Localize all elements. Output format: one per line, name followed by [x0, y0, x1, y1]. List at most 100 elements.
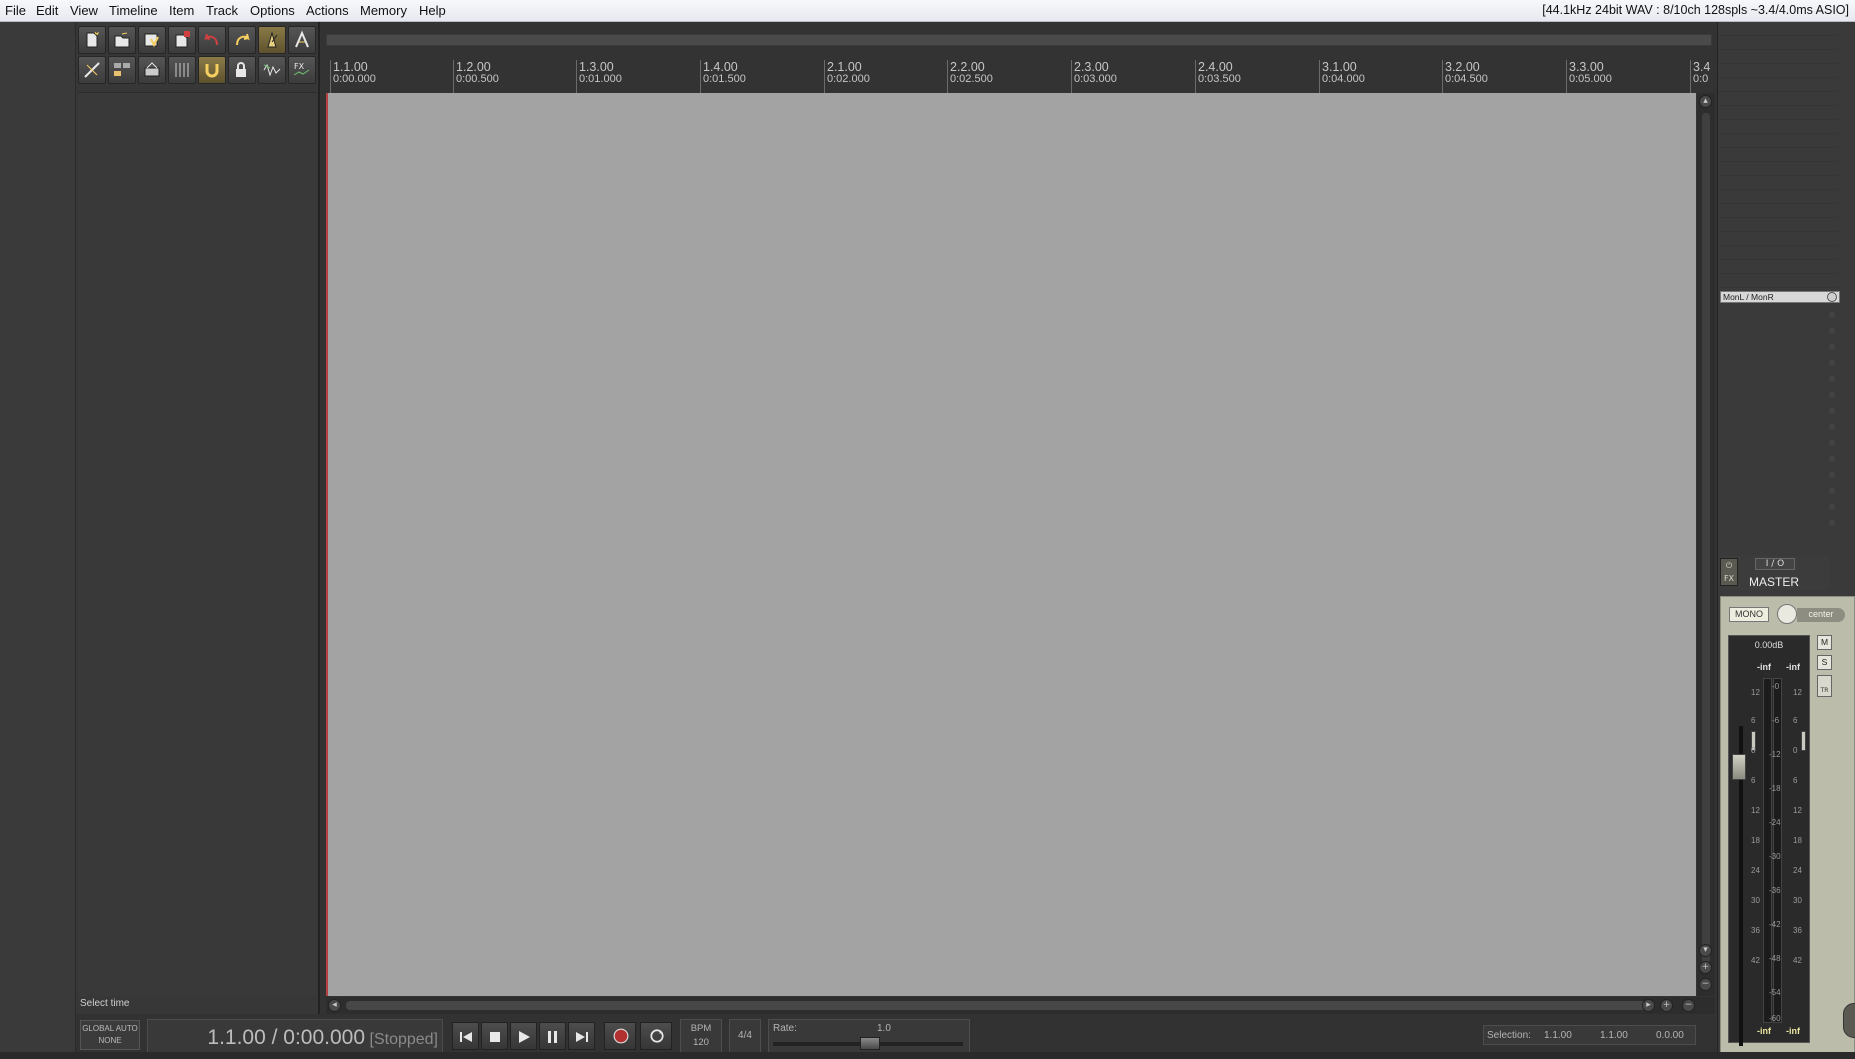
volume-fader-thumb[interactable]	[1732, 754, 1746, 780]
scroll-right-icon[interactable]: ▸	[1642, 999, 1655, 1012]
metronome-icon[interactable]	[258, 26, 286, 54]
tempo-display[interactable]: BPM 120	[680, 1019, 722, 1053]
fx-slot-dot[interactable]	[1829, 424, 1835, 430]
mixer-track-area[interactable]	[1718, 22, 1838, 292]
menu-track[interactable]: Track	[206, 3, 238, 18]
horizontal-scroll-track[interactable]	[346, 1001, 1646, 1010]
horizontal-scrollbar[interactable]: ◂ ▸ + −	[326, 997, 1715, 1014]
scale-label: -24	[1769, 818, 1781, 827]
selection-label: Selection:	[1487, 1030, 1531, 1041]
lock-icon[interactable]	[228, 56, 256, 84]
menu-memory[interactable]: Memory	[360, 3, 407, 18]
mixer-fx-tab-icon[interactable]	[1843, 1003, 1855, 1038]
menu-item[interactable]: Item	[169, 3, 194, 18]
fx-slot-dot[interactable]	[1829, 488, 1835, 494]
mono-button[interactable]: MONO	[1729, 607, 1769, 622]
global-automation-button[interactable]: GLOBAL AUTO NONE	[80, 1020, 140, 1050]
play-button[interactable]	[510, 1022, 537, 1050]
region-lane[interactable]	[326, 34, 1712, 46]
playrate-control[interactable]: Rate: 1.0	[768, 1019, 970, 1053]
scale-label: 12	[1751, 806, 1760, 815]
menu-actions[interactable]: Actions	[306, 3, 349, 18]
menu-help[interactable]: Help	[419, 3, 446, 18]
scroll-up-icon[interactable]: ▴	[1699, 95, 1712, 108]
zoom-out-horizontal-icon[interactable]: −	[1682, 999, 1695, 1012]
fx-slot-dot[interactable]	[1829, 520, 1835, 526]
fx-slot-dot[interactable]	[1829, 472, 1835, 478]
automation-mode-button[interactable]: TR	[1817, 675, 1832, 697]
go-to-end-button[interactable]	[568, 1022, 595, 1050]
go-to-start-button[interactable]	[452, 1022, 479, 1050]
io-button[interactable]: I / O	[1755, 558, 1795, 570]
vertical-scrollbar[interactable]: ▴ ▾ + −	[1697, 93, 1715, 996]
scale-label: 30	[1751, 896, 1760, 905]
pause-icon	[548, 1031, 557, 1043]
fx-slot-dot[interactable]	[1829, 456, 1835, 462]
ripple-edit-icon[interactable]	[288, 26, 316, 54]
scale-label: -48	[1769, 954, 1781, 963]
crossfade-icon[interactable]	[258, 56, 286, 84]
time-signature[interactable]: 4/4	[729, 1019, 761, 1053]
menu-timeline[interactable]: Timeline	[109, 3, 158, 18]
open-project-icon[interactable]	[108, 26, 136, 54]
scroll-down-icon[interactable]: ▾	[1699, 944, 1712, 957]
snap-icon[interactable]	[108, 56, 136, 84]
pause-button[interactable]	[539, 1022, 566, 1050]
fx-slot-dot[interactable]	[1829, 392, 1835, 398]
menu-options[interactable]: Options	[250, 3, 295, 18]
magnet-snap-icon[interactable]	[198, 56, 226, 84]
selection-display[interactable]: Selection: 1.1.00 1.1.00 0.0.00	[1483, 1025, 1696, 1045]
zoom-in-vertical-icon[interactable]: +	[1699, 961, 1712, 974]
project-settings-icon[interactable]	[168, 26, 196, 54]
zoom-out-vertical-icon[interactable]: −	[1699, 978, 1712, 991]
master-routing[interactable]: MonL / MonR	[1720, 291, 1840, 303]
master-power-fx-button[interactable]: ⏻ FX	[1720, 558, 1738, 586]
fx-slot-dot[interactable]	[1829, 408, 1835, 414]
menu-edit[interactable]: Edit	[36, 3, 58, 18]
scroll-left-icon[interactable]: ◂	[328, 999, 341, 1012]
fx-slot-dot[interactable]	[1829, 504, 1835, 510]
fx-slot-dot[interactable]	[1829, 376, 1835, 382]
zoom-in-horizontal-icon[interactable]: +	[1660, 999, 1673, 1012]
scale-label: 42	[1751, 956, 1760, 965]
lock-grid-icon[interactable]	[168, 56, 196, 84]
selection-length[interactable]: 0.0.00	[1656, 1030, 1684, 1041]
master-channel-strip: MONO center 0.00dB -inf -inf 12 6 0 6 12…	[1720, 596, 1855, 1059]
solo-button[interactable]: S	[1817, 655, 1832, 670]
vertical-scroll-track[interactable]	[1702, 113, 1710, 963]
save-project-icon[interactable]	[138, 26, 166, 54]
scale-label: 36	[1751, 926, 1760, 935]
record-button[interactable]	[604, 1022, 636, 1050]
scale-label: -18	[1769, 784, 1781, 793]
fx-slot-dot[interactable]	[1829, 440, 1835, 446]
skip-forward-icon	[576, 1032, 588, 1042]
timeline-ruler[interactable]: 1.1.00 0:00.000 1.2.00 0:00.500 1.3.00 0:01…	[326, 22, 1715, 112]
master-meter: 0.00dB -inf -inf 12 6 0 6 12 18 24 30 36…	[1728, 635, 1810, 1046]
move-envelope-icon[interactable]	[138, 56, 166, 84]
new-project-icon[interactable]	[78, 26, 106, 54]
right-gain-thumb[interactable]	[1801, 731, 1806, 751]
rate-slider-thumb[interactable]	[860, 1037, 880, 1050]
fx-slot-dot[interactable]	[1829, 328, 1835, 334]
grid-icon[interactable]	[78, 56, 106, 84]
scale-label: 0	[1793, 746, 1798, 755]
arrange-view[interactable]	[326, 93, 1696, 996]
menu-view[interactable]: View	[70, 3, 98, 18]
pan-knob[interactable]	[1777, 604, 1797, 624]
redo-icon[interactable]	[228, 26, 256, 54]
fx-envelope-icon[interactable]: FX	[288, 56, 316, 84]
global-auto-mode: NONE	[98, 1036, 122, 1045]
undo-icon[interactable]	[198, 26, 226, 54]
mute-button[interactable]: M	[1817, 635, 1832, 650]
repeat-button[interactable]	[640, 1022, 672, 1050]
fx-slot-dot[interactable]	[1829, 312, 1835, 318]
menu-file[interactable]: File	[5, 3, 26, 18]
selection-start[interactable]: 1.1.00	[1544, 1030, 1572, 1041]
selection-end[interactable]: 1.1.00	[1600, 1030, 1628, 1041]
fx-slot-dot[interactable]	[1829, 344, 1835, 350]
fx-slot-dot[interactable]	[1829, 360, 1835, 366]
track-list-area[interactable]	[78, 92, 316, 996]
time-display[interactable]: 1.1.00 / 0:00.000 [Stopped]	[147, 1019, 443, 1053]
routing-button[interactable]	[1827, 292, 1837, 302]
stop-button[interactable]	[481, 1022, 508, 1050]
